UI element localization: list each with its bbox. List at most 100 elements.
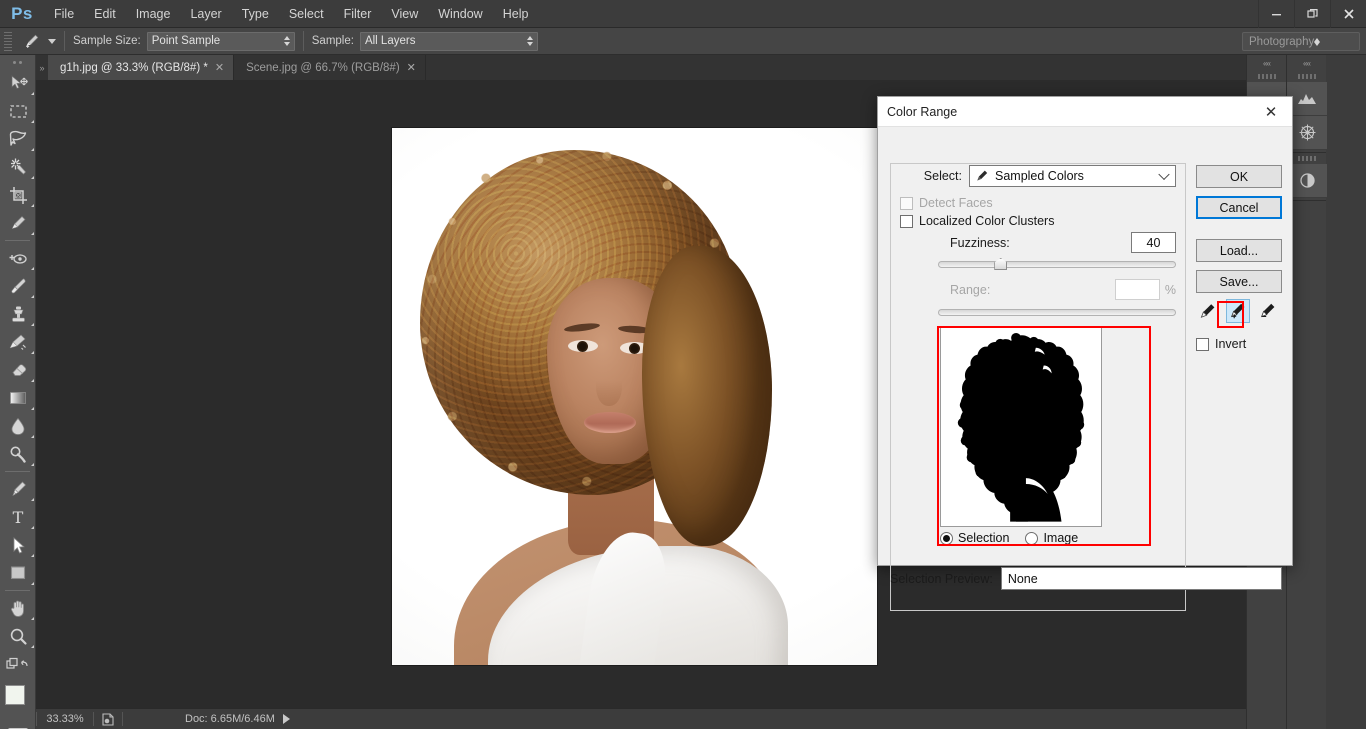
dodge-tool[interactable]: [0, 440, 36, 468]
invert-row[interactable]: Invert: [1196, 337, 1246, 351]
menu-select[interactable]: Select: [279, 0, 334, 28]
lasso-tool[interactable]: [0, 125, 36, 153]
workspace-select[interactable]: Photography: [1242, 32, 1360, 51]
type-tool[interactable]: T: [0, 503, 36, 531]
zoom-tool-corner-icon: [31, 645, 34, 648]
fuzziness-input[interactable]: 40: [1131, 232, 1176, 253]
rectangular-marquee-tool[interactable]: [0, 97, 36, 125]
histogram-panel-icon[interactable]: [1287, 82, 1327, 116]
spot-healing-brush-tool[interactable]: [0, 244, 36, 272]
fuzziness-row: Fuzziness: 40: [950, 232, 1176, 253]
sample-size-select[interactable]: Point Sample: [146, 31, 295, 51]
mask-silhouette-image: [941, 328, 1101, 526]
close-button[interactable]: [1330, 0, 1366, 28]
document-tab-scene[interactable]: Scene.jpg @ 66.7% (RGB/8#) ✕: [234, 55, 426, 80]
restore-button[interactable]: [1294, 0, 1330, 28]
panel-group-grip[interactable]: [1247, 71, 1286, 82]
menu-view[interactable]: View: [381, 0, 428, 28]
tools-panel-grip[interactable]: [0, 55, 35, 69]
invert-label: Invert: [1215, 337, 1247, 351]
fuzziness-slider[interactable]: [938, 257, 1176, 271]
detect-faces-row[interactable]: Detect Faces: [900, 196, 993, 210]
invert-checkbox[interactable]: [1196, 337, 1209, 351]
preview-mode-selection[interactable]: Selection: [940, 531, 1009, 545]
zoom-tool[interactable]: [0, 622, 36, 650]
menu-type[interactable]: Type: [232, 0, 279, 28]
menu-edit[interactable]: Edit: [84, 0, 126, 28]
pen-tool[interactable]: [0, 475, 36, 503]
select-row: Select: Sampled Colors: [900, 165, 1176, 187]
select-label: Select:: [923, 169, 962, 183]
selection-preview-thumbnail[interactable]: [940, 327, 1102, 527]
rectangle-tool[interactable]: [0, 559, 36, 587]
move-tool[interactable]: [0, 69, 36, 97]
ok-button[interactable]: OK: [1196, 165, 1282, 188]
minimize-button[interactable]: [1258, 0, 1294, 28]
edit-toolbar-button[interactable]: [0, 650, 36, 678]
eyedropper-sample-icon[interactable]: [1196, 299, 1220, 323]
select-combobox[interactable]: Sampled Colors: [969, 165, 1176, 187]
menu-filter[interactable]: Filter: [334, 0, 382, 28]
preview-mode-image[interactable]: Image: [1025, 531, 1078, 545]
dialog-title-bar[interactable]: Color Range ✕: [878, 97, 1292, 127]
crop-tool[interactable]: [0, 181, 36, 209]
dialog-close-icon[interactable]: ✕: [1250, 97, 1292, 126]
quick-mask-button[interactable]: [0, 722, 36, 729]
tool-preset-picker[interactable]: [17, 30, 45, 52]
sample-select[interactable]: All Layers: [359, 31, 538, 51]
panel-group-grip[interactable]: [1287, 71, 1326, 82]
tab-dock-collapse-icon[interactable]: »: [36, 55, 48, 80]
selection-preview-combobox[interactable]: None: [1000, 567, 1282, 590]
eraser-tool[interactable]: [0, 356, 36, 384]
menu-image[interactable]: Image: [126, 0, 181, 28]
localized-color-clusters-checkbox[interactable]: [900, 214, 913, 228]
menu-window[interactable]: Window: [428, 0, 492, 28]
image-radio-button[interactable]: [1025, 531, 1039, 545]
color-swatches[interactable]: [0, 682, 36, 722]
eyedropper-add-icon[interactable]: [1226, 299, 1250, 323]
chevron-down-icon: [1158, 168, 1170, 181]
close-icon[interactable]: ✕: [407, 61, 416, 74]
adjustment-layer-icon[interactable]: [1287, 164, 1327, 198]
navigator-panel-icon[interactable]: [1287, 116, 1327, 150]
fuzziness-label: Fuzziness:: [950, 235, 1010, 250]
document-tab-g1h[interactable]: g1h.jpg @ 33.3% (RGB/8#) * ✕: [48, 55, 235, 80]
document-info-icon[interactable]: [94, 712, 122, 726]
detect-faces-checkbox[interactable]: [900, 196, 913, 210]
menu-help[interactable]: Help: [493, 0, 539, 28]
eyedropper-tool[interactable]: [0, 209, 36, 237]
selection-radio-label: Selection: [958, 531, 1010, 545]
options-bar-grip[interactable]: [4, 31, 12, 51]
fuzziness-slider-thumb[interactable]: [994, 258, 1008, 270]
eyedropper-subtract-icon[interactable]: [1256, 299, 1280, 323]
menu-layer[interactable]: Layer: [180, 0, 231, 28]
crop-tool-corner-icon: [31, 204, 34, 207]
save-button[interactable]: Save...: [1196, 270, 1282, 293]
collapse-panels-icon[interactable]: ««: [1247, 55, 1286, 71]
path-selection-tool[interactable]: [0, 531, 36, 559]
cancel-button[interactable]: Cancel: [1196, 196, 1282, 219]
load-button[interactable]: Load...: [1196, 239, 1282, 262]
menu-file[interactable]: File: [44, 0, 84, 28]
hand-tool[interactable]: [0, 594, 36, 622]
blur-tool[interactable]: [0, 412, 36, 440]
history-brush-tool[interactable]: [0, 328, 36, 356]
gradient-tool[interactable]: [0, 384, 36, 412]
window-controls: [1258, 0, 1366, 28]
foreground-color-swatch[interactable]: [5, 685, 25, 705]
photoshop-window: Ps File Edit Image Layer Type Select Fil…: [0, 0, 1366, 729]
brush-tool[interactable]: [0, 272, 36, 300]
selection-radio-button[interactable]: [940, 531, 953, 545]
workspace-value: Photography: [1249, 35, 1315, 48]
magic-wand-tool[interactable]: [0, 153, 36, 181]
range-slider-track: [938, 309, 1176, 316]
pen-tool-corner-icon: [31, 498, 34, 501]
close-icon[interactable]: ✕: [215, 61, 224, 74]
clone-stamp-tool[interactable]: [0, 300, 36, 328]
status-bar-expand-icon[interactable]: [282, 714, 290, 724]
sample-size-label: Sample Size:: [73, 35, 141, 47]
document-canvas-g1h[interactable]: [392, 128, 877, 665]
localized-color-clusters-row[interactable]: Localized Color Clusters: [900, 214, 1054, 228]
collapse-panels-icon-2[interactable]: ««: [1287, 55, 1326, 71]
tool-preset-chevron-down-icon[interactable]: [48, 38, 56, 44]
